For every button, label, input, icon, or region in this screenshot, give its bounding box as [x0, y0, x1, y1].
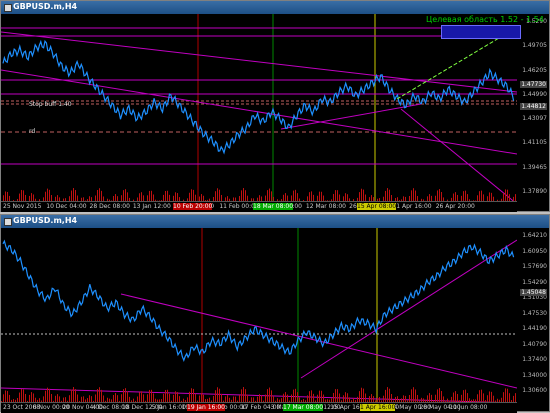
price-tick-label: 1.44990 [522, 90, 547, 98]
highlighted-time-label: 18 Mar 08:00 [253, 203, 294, 210]
price-tick-label: 1.46205 [522, 66, 547, 74]
volume-bar [295, 388, 296, 403]
volume-bar [167, 389, 168, 403]
price-tick-label: 1.60950 [522, 247, 547, 255]
trend-line [300, 239, 517, 379]
volume-bar [411, 389, 412, 403]
price-chart-bottom[interactable] [1, 228, 517, 403]
volume-bar [243, 387, 244, 403]
volume-bar [193, 388, 194, 403]
time-tick-label: 11 Jun 08:00 [449, 404, 488, 411]
volume-bar [363, 388, 364, 403]
price-tick-label: 1.39465 [522, 163, 547, 171]
volume-bar [439, 388, 440, 403]
trend-line [120, 293, 517, 389]
volume-bar [387, 387, 388, 403]
level-label: rd [29, 128, 36, 135]
price-tick-label: 1.37890 [522, 188, 547, 195]
volume-bar [465, 389, 466, 403]
price-chart-top[interactable] [1, 14, 517, 204]
volume-bar [71, 389, 72, 403]
time-tick-label: 10 Dec 04:00 [46, 203, 87, 210]
price-tick-label: 1.43097 [522, 115, 547, 123]
price-tick-label: 1.49705 [522, 42, 547, 50]
volume-bar [47, 387, 48, 403]
volume-bar [125, 388, 126, 403]
time-tick-label: 12 Mar 08:00 [305, 203, 346, 210]
volume-bar [21, 388, 22, 403]
price-tick-label: 1.44190 [522, 325, 547, 332]
volume-bar [269, 387, 270, 403]
price-tick-label: 1.40790 [522, 340, 547, 348]
volume-bar [99, 387, 100, 403]
volume-bar [361, 387, 362, 403]
current-price-label: 1.44812 [520, 103, 547, 111]
chart-window-top[interactable]: GBPUSD.m,H4 1.5290 1.49705 1.46205 1.44990 1… [0, 0, 550, 212]
chart-title: GBPUSD.m,H4 [13, 2, 78, 11]
chart-titlebar-top[interactable]: GBPUSD.m,H4 [1, 1, 549, 14]
time-tick-label: 11 Apr 16:00 [392, 203, 432, 210]
volume-bar [123, 389, 124, 403]
price-tick-label: 1.41105 [522, 139, 547, 147]
time-tick-label: 25 Nov 2015 [3, 203, 42, 210]
volume-bar [413, 387, 414, 403]
time-tick-label: 28 Dec 08:00 [89, 203, 130, 210]
price-tick-label: 1.34000 [522, 371, 547, 379]
price-tick-label: 1.54290 [522, 278, 547, 286]
volume-bar [49, 388, 50, 403]
target-zone-box [441, 25, 521, 39]
price-tick-label: 1.64210 [522, 232, 547, 239]
volume-bar [507, 388, 508, 403]
price-tick-label: 1.57690 [522, 263, 547, 270]
volume-bar [415, 389, 416, 403]
volume-bar [73, 387, 74, 403]
volume-bar [241, 389, 242, 403]
time-tick-label: 13 Jan 12:00 [132, 203, 171, 210]
price-tick-label: 1.47530 [522, 309, 547, 317]
volume-bar [293, 389, 294, 403]
volume-bar [337, 389, 338, 403]
chart-window-icon [4, 4, 12, 12]
chart-titlebar-bottom[interactable]: GBPUSD.m,H4 [1, 215, 549, 228]
volume-bar [97, 388, 98, 403]
volume-bar [23, 389, 24, 403]
time-axis-top: 25 Nov 2015 10 Dec 04:00 28 Dec 08:00 13 Ja… [1, 201, 517, 212]
chart-window-bottom[interactable]: GBPUSD.m,H4 1.64210 1.60950 1.57690 1.54290… [0, 214, 550, 413]
volume-bar [191, 388, 192, 403]
highlighted-time-label: 15 Apr 08:00 [357, 203, 397, 210]
price-line [2, 239, 515, 362]
trend-line [400, 108, 517, 204]
time-axis-bottom: 23 Oct 2008 6 Nov 00:00 20 Nov 04:00 4 Dec … [1, 402, 517, 413]
highlighted-time-label: 17 Mar 08:00 [283, 404, 324, 411]
stop-level-label: Stop buff 1.40 [29, 101, 72, 108]
volume-bar [245, 389, 246, 403]
target-annotation: Целевая область 1.52 - 1.54 [426, 15, 544, 24]
volume-bar [217, 387, 218, 403]
volume-bar [481, 389, 482, 403]
volume-bar [389, 388, 390, 403]
price-axis-top: 1.5290 1.49705 1.46205 1.44990 1.43097 1.4110… [517, 14, 549, 204]
volume-bar [437, 389, 438, 403]
chart-window-icon [4, 218, 12, 226]
volume-bar [267, 389, 268, 403]
price-axis-bottom: 1.64210 1.60950 1.57690 1.54290 1.51030 1.475… [517, 228, 549, 403]
chart-title: GBPUSD.m,H4 [13, 216, 78, 225]
volume-bar [505, 388, 506, 403]
volume-bar [335, 389, 336, 403]
price-tick-label: 1.37400 [522, 356, 547, 363]
current-price-label: 1.45048 [520, 289, 547, 297]
highlighted-time-label: 1 Apr 16:00 [360, 404, 396, 411]
volume-bar [75, 389, 76, 403]
highlighted-time-label: 10 Feb 20:00 [173, 203, 213, 210]
price-line [2, 39, 515, 155]
trend-line [280, 103, 422, 130]
current-price-label: 1.47730 [520, 80, 547, 88]
time-tick-label: 26 Apr 20:00 [435, 203, 475, 210]
price-tick-label: 1.30600 [522, 387, 547, 394]
volume-bar [219, 388, 220, 403]
highlighted-time-label: 19 Jan 16:00 [187, 404, 225, 411]
